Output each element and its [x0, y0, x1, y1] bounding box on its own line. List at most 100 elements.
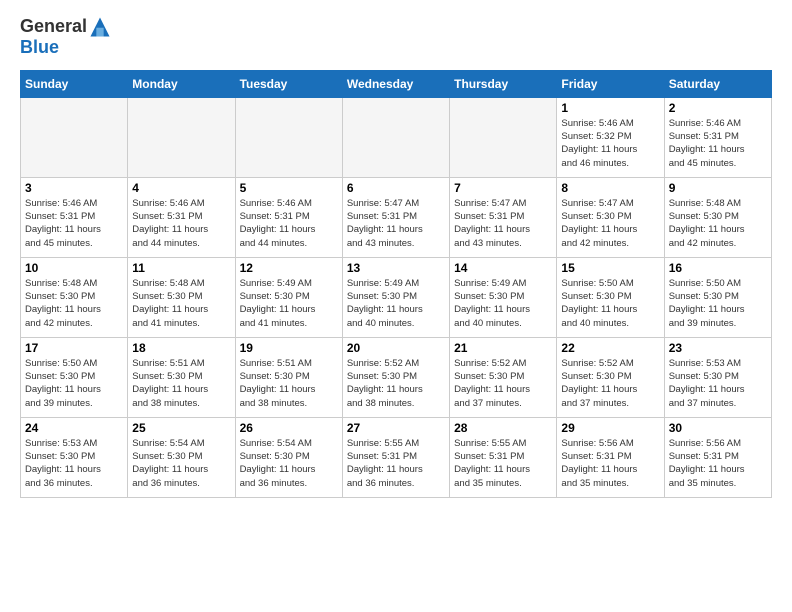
calendar-cell: 14 Sunrise: 5:49 AM Sunset: 5:30 PM Dayli… — [450, 257, 557, 337]
day-info: Sunrise: 5:50 AM Sunset: 5:30 PM Dayligh… — [561, 277, 659, 330]
logo-blue-text: Blue — [20, 38, 111, 58]
calendar-cell: 7 Sunrise: 5:47 AM Sunset: 5:31 PM Daylig… — [450, 177, 557, 257]
calendar-cell: 6 Sunrise: 5:47 AM Sunset: 5:31 PM Daylig… — [342, 177, 449, 257]
day-number: 4 — [132, 181, 230, 195]
calendar-cell: 15 Sunrise: 5:50 AM Sunset: 5:30 PM Dayli… — [557, 257, 664, 337]
day-info: Sunrise: 5:46 AM Sunset: 5:31 PM Dayligh… — [132, 197, 230, 250]
day-number: 12 — [240, 261, 338, 275]
day-info: Sunrise: 5:50 AM Sunset: 5:30 PM Dayligh… — [669, 277, 767, 330]
day-info: Sunrise: 5:49 AM Sunset: 5:30 PM Dayligh… — [347, 277, 445, 330]
day-info: Sunrise: 5:52 AM Sunset: 5:30 PM Dayligh… — [347, 357, 445, 410]
calendar-cell: 12 Sunrise: 5:49 AM Sunset: 5:30 PM Dayli… — [235, 257, 342, 337]
day-number: 24 — [25, 421, 123, 435]
calendar-cell — [342, 97, 449, 177]
calendar-cell: 5Sunrise: 5:46 AM Sunset: 5:31 PM Daylig… — [235, 177, 342, 257]
weekday-header: Monday — [128, 70, 235, 97]
day-number: 1 — [561, 101, 659, 115]
day-info: Sunrise: 5:50 AM Sunset: 5:30 PM Dayligh… — [25, 357, 123, 410]
day-info: Sunrise: 5:52 AM Sunset: 5:30 PM Dayligh… — [454, 357, 552, 410]
day-number: 23 — [669, 341, 767, 355]
day-number: 10 — [25, 261, 123, 275]
day-number: 15 — [561, 261, 659, 275]
day-number: 26 — [240, 421, 338, 435]
calendar-cell — [450, 97, 557, 177]
day-number: 22 — [561, 341, 659, 355]
day-info: Sunrise: 5:46 AM Sunset: 5:32 PM Dayligh… — [561, 117, 659, 170]
day-info: Sunrise: 5:53 AM Sunset: 5:30 PM Dayligh… — [25, 437, 123, 490]
calendar-header: SundayMondayTuesdayWednesdayThursdayFrid… — [21, 70, 772, 97]
day-info: Sunrise: 5:47 AM Sunset: 5:30 PM Dayligh… — [561, 197, 659, 250]
logo-wrapper: General Blue — [20, 16, 111, 58]
calendar-cell: 30 Sunrise: 5:56 AM Sunset: 5:31 PM Dayli… — [664, 417, 771, 497]
day-info: Sunrise: 5:48 AM Sunset: 5:30 PM Dayligh… — [669, 197, 767, 250]
calendar-cell: 17 Sunrise: 5:50 AM Sunset: 5:30 PM Dayli… — [21, 337, 128, 417]
day-info: Sunrise: 5:48 AM Sunset: 5:30 PM Dayligh… — [25, 277, 123, 330]
day-number: 17 — [25, 341, 123, 355]
header: General Blue — [20, 16, 772, 58]
logo-triangle-icon — [89, 16, 111, 38]
day-info: Sunrise: 5:52 AM Sunset: 5:30 PM Dayligh… — [561, 357, 659, 410]
day-info: Sunrise: 5:55 AM Sunset: 5:31 PM Dayligh… — [454, 437, 552, 490]
day-info: Sunrise: 5:46 AM Sunset: 5:31 PM Dayligh… — [25, 197, 123, 250]
calendar-cell — [21, 97, 128, 177]
calendar-week-row: 24 Sunrise: 5:53 AM Sunset: 5:30 PM Dayli… — [21, 417, 772, 497]
day-info: Sunrise: 5:53 AM Sunset: 5:30 PM Dayligh… — [669, 357, 767, 410]
logo-general-text: General — [20, 16, 111, 38]
day-number: 2 — [669, 101, 767, 115]
day-info: Sunrise: 5:55 AM Sunset: 5:31 PM Dayligh… — [347, 437, 445, 490]
day-info: Sunrise: 5:56 AM Sunset: 5:31 PM Dayligh… — [561, 437, 659, 490]
weekday-header: Tuesday — [235, 70, 342, 97]
day-number: 9 — [669, 181, 767, 195]
weekday-header: Sunday — [21, 70, 128, 97]
calendar-cell: 3Sunrise: 5:46 AM Sunset: 5:31 PM Daylig… — [21, 177, 128, 257]
day-info: Sunrise: 5:56 AM Sunset: 5:31 PM Dayligh… — [669, 437, 767, 490]
calendar-cell: 20Sunrise: 5:52 AM Sunset: 5:30 PM Dayli… — [342, 337, 449, 417]
day-number: 6 — [347, 181, 445, 195]
day-number: 7 — [454, 181, 552, 195]
calendar-cell: 28 Sunrise: 5:55 AM Sunset: 5:31 PM Dayli… — [450, 417, 557, 497]
calendar-week-row: 10 Sunrise: 5:48 AM Sunset: 5:30 PM Dayli… — [21, 257, 772, 337]
weekday-header: Friday — [557, 70, 664, 97]
day-info: Sunrise: 5:47 AM Sunset: 5:31 PM Dayligh… — [347, 197, 445, 250]
calendar-cell: 21Sunrise: 5:52 AM Sunset: 5:30 PM Dayli… — [450, 337, 557, 417]
logo-text-block: General Blue — [20, 16, 111, 58]
calendar-cell: 9 Sunrise: 5:48 AM Sunset: 5:30 PM Daylig… — [664, 177, 771, 257]
calendar-body: 1 Sunrise: 5:46 AM Sunset: 5:32 PM Daylig… — [21, 97, 772, 497]
day-info: Sunrise: 5:47 AM Sunset: 5:31 PM Dayligh… — [454, 197, 552, 250]
day-info: Sunrise: 5:51 AM Sunset: 5:30 PM Dayligh… — [240, 357, 338, 410]
calendar-cell: 13 Sunrise: 5:49 AM Sunset: 5:30 PM Dayli… — [342, 257, 449, 337]
weekday-header: Saturday — [664, 70, 771, 97]
day-info: Sunrise: 5:49 AM Sunset: 5:30 PM Dayligh… — [454, 277, 552, 330]
day-info: Sunrise: 5:46 AM Sunset: 5:31 PM Dayligh… — [240, 197, 338, 250]
calendar-cell: 23 Sunrise: 5:53 AM Sunset: 5:30 PM Dayli… — [664, 337, 771, 417]
calendar-cell: 8Sunrise: 5:47 AM Sunset: 5:30 PM Daylig… — [557, 177, 664, 257]
day-number: 13 — [347, 261, 445, 275]
calendar-table: SundayMondayTuesdayWednesdayThursdayFrid… — [20, 70, 772, 498]
calendar-cell: 11Sunrise: 5:48 AM Sunset: 5:30 PM Dayli… — [128, 257, 235, 337]
calendar-cell: 19 Sunrise: 5:51 AM Sunset: 5:30 PM Dayli… — [235, 337, 342, 417]
day-number: 19 — [240, 341, 338, 355]
day-number: 18 — [132, 341, 230, 355]
weekday-row: SundayMondayTuesdayWednesdayThursdayFrid… — [21, 70, 772, 97]
day-info: Sunrise: 5:49 AM Sunset: 5:30 PM Dayligh… — [240, 277, 338, 330]
day-info: Sunrise: 5:46 AM Sunset: 5:31 PM Dayligh… — [669, 117, 767, 170]
day-number: 28 — [454, 421, 552, 435]
day-info: Sunrise: 5:51 AM Sunset: 5:30 PM Dayligh… — [132, 357, 230, 410]
calendar-cell: 4 Sunrise: 5:46 AM Sunset: 5:31 PM Daylig… — [128, 177, 235, 257]
calendar-cell: 22 Sunrise: 5:52 AM Sunset: 5:30 PM Dayli… — [557, 337, 664, 417]
weekday-header: Thursday — [450, 70, 557, 97]
calendar-cell — [235, 97, 342, 177]
day-number: 11 — [132, 261, 230, 275]
weekday-header: Wednesday — [342, 70, 449, 97]
calendar-cell: 16Sunrise: 5:50 AM Sunset: 5:30 PM Dayli… — [664, 257, 771, 337]
day-number: 14 — [454, 261, 552, 275]
calendar-cell: 25Sunrise: 5:54 AM Sunset: 5:30 PM Dayli… — [128, 417, 235, 497]
calendar-cell: 10 Sunrise: 5:48 AM Sunset: 5:30 PM Dayli… — [21, 257, 128, 337]
calendar-week-row: 1 Sunrise: 5:46 AM Sunset: 5:32 PM Daylig… — [21, 97, 772, 177]
day-info: Sunrise: 5:54 AM Sunset: 5:30 PM Dayligh… — [240, 437, 338, 490]
calendar-cell: 2 Sunrise: 5:46 AM Sunset: 5:31 PM Daylig… — [664, 97, 771, 177]
day-number: 27 — [347, 421, 445, 435]
calendar-cell: 18 Sunrise: 5:51 AM Sunset: 5:30 PM Dayli… — [128, 337, 235, 417]
calendar-page: General Blue SundayMondayTuesdayWednesda… — [0, 0, 792, 514]
day-number: 30 — [669, 421, 767, 435]
